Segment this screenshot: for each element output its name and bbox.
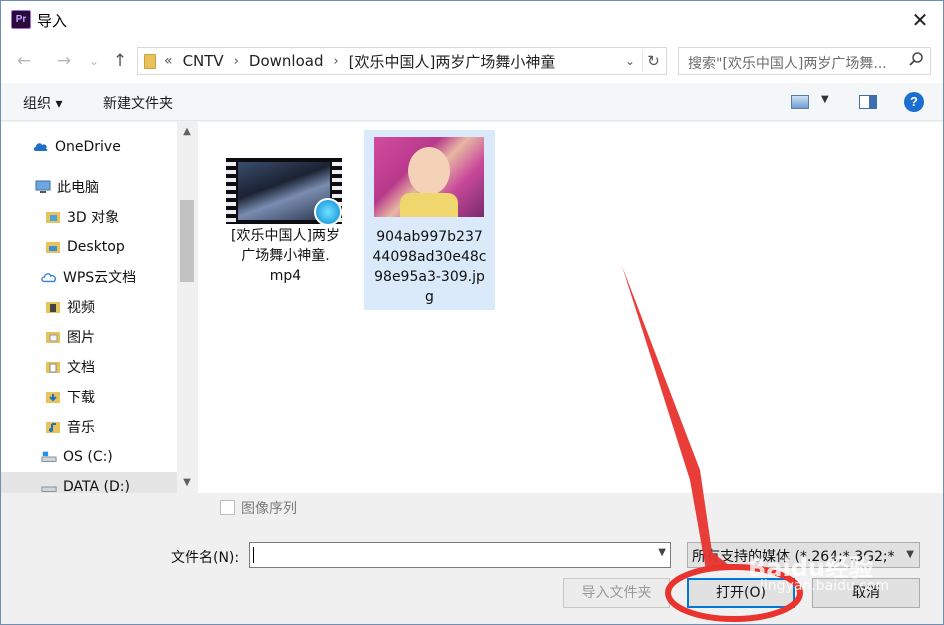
nav-scrollbar[interactable]: ▲ ▼ (177, 122, 197, 493)
breadcrumb-overflow-icon[interactable]: « (164, 53, 173, 69)
window-title: 导入 (37, 12, 68, 30)
nav-item-pictures[interactable]: 图片 (1, 322, 177, 352)
close-button[interactable]: ✕ (897, 1, 943, 39)
breadcrumb: « CNTV › Download › [欢乐中国人]两岁广场舞小神童 (164, 51, 555, 71)
nav-item-3d-objects[interactable]: 3D 对象 (1, 202, 177, 232)
filename-label: 文件名(N): (171, 550, 240, 566)
filename-input[interactable]: ▼ (249, 542, 671, 568)
premiere-app-icon: Pr (11, 10, 31, 29)
downloads-folder-icon (46, 392, 60, 403)
nav-label: Desktop (67, 239, 125, 255)
forward-button[interactable]: → (51, 49, 77, 73)
filmstrip-left (226, 158, 236, 224)
nav-label: OS (C:) (63, 449, 113, 465)
nav-item-os-c[interactable]: OS (C:) (1, 442, 177, 472)
chevron-right-icon[interactable]: › (333, 54, 338, 69)
address-dropdown-button[interactable]: ⌄ (620, 51, 640, 71)
nav-label: 3D 对象 (67, 210, 120, 226)
nav-label: OneDrive (55, 139, 121, 155)
nav-item-wps-cloud[interactable]: WPS云文档 (1, 262, 177, 292)
nav-label: 此电脑 (57, 180, 99, 196)
filename-dropdown-icon[interactable]: ▼ (658, 547, 666, 558)
scroll-up-arrow-icon[interactable]: ▲ (177, 122, 197, 142)
music-folder-icon (46, 422, 60, 433)
import-folder-button[interactable]: 导入文件夹 (563, 578, 670, 608)
help-icon[interactable]: ? (904, 92, 924, 112)
folder-icon (46, 212, 60, 223)
image-thumbnail (374, 137, 484, 217)
computer-icon (35, 180, 51, 193)
organize-button[interactable]: 组织 ▾ (23, 93, 62, 113)
breadcrumb-current-folder[interactable]: [欢乐中国人]两岁广场舞小神童 (349, 51, 556, 72)
image-sequence-label: 图像序列 (241, 501, 297, 517)
nav-item-desktop[interactable]: Desktop (1, 232, 177, 262)
file-name-line: mp4 (269, 268, 302, 284)
recent-locations-button[interactable]: ⌄ (81, 49, 107, 73)
navigation-pane: OneDrive 此电脑 3D 对象 Desktop WPS云文档 视频 图片 (1, 122, 197, 493)
scroll-thumb[interactable] (180, 200, 194, 282)
preview-pane-icon[interactable] (859, 95, 877, 109)
nav-label: DATA (D:) (63, 479, 130, 493)
file-name-line: 904ab997b237 (376, 229, 483, 245)
change-view-icon[interactable] (791, 95, 809, 109)
back-button[interactable]: ← (11, 49, 37, 73)
drive-icon (41, 451, 57, 462)
nav-label: WPS云文档 (63, 270, 137, 286)
file-name-line: 广场舞小神童. (241, 248, 330, 264)
nav-item-onedrive[interactable]: OneDrive (1, 132, 177, 162)
file-name-line: g (425, 289, 434, 305)
chevron-right-icon[interactable]: › (234, 54, 239, 69)
address-bar[interactable]: « CNTV › Download › [欢乐中国人]两岁广场舞小神童 ⌄ ↻ (137, 47, 667, 75)
view-dropdown-icon[interactable]: ▼ (821, 94, 829, 105)
nav-label: 文档 (67, 360, 95, 376)
nav-item-documents[interactable]: 文档 (1, 352, 177, 382)
nav-item-downloads[interactable]: 下载 (1, 382, 177, 412)
title-bar: Pr 导入 ✕ (1, 1, 943, 39)
refresh-button[interactable]: ↻ (642, 50, 664, 72)
text-caret (253, 547, 254, 563)
nav-label: 下载 (67, 390, 95, 406)
nav-item-music[interactable]: 音乐 (1, 412, 177, 442)
nav-label: 音乐 (67, 420, 95, 436)
image-sequence-checkbox[interactable] (220, 500, 235, 515)
file-list: [欢乐中国人]两岁 广场舞小神童. mp4 904ab997b237 44098… (198, 122, 943, 493)
folder-icon (46, 242, 60, 253)
command-bar: 组织 ▾ 新建文件夹 ▼ ? (1, 83, 943, 121)
import-dialog: Pr 导入 ✕ ← → ⌄ ↑ « CNTV › Download › [欢乐中… (0, 0, 944, 625)
nav-label: 视频 (67, 300, 95, 316)
file-name-line: 98e95a3-309.jp (374, 269, 485, 285)
breadcrumb-download[interactable]: Download (249, 52, 324, 70)
nav-item-this-pc[interactable]: 此电脑 (1, 172, 177, 202)
address-row: ← → ⌄ ↑ « CNTV › Download › [欢乐中国人]两岁广场舞… (1, 39, 943, 83)
breadcrumb-cntv[interactable]: CNTV (183, 52, 224, 70)
file-type-dropdown-icon[interactable]: ▼ (906, 549, 914, 560)
cloud-icon (41, 273, 56, 283)
nav-item-data-d[interactable]: DATA (D:) (1, 472, 177, 493)
pictures-folder-icon (46, 332, 60, 343)
video-folder-icon (46, 302, 60, 313)
nav-item-videos[interactable]: 视频 (1, 292, 177, 322)
thumbnail-face (408, 147, 450, 195)
search-input[interactable]: 搜索"[欢乐中国人]两岁广场舞... (678, 47, 931, 75)
file-name-line: 44098ad30e48c (372, 249, 487, 265)
search-icon[interactable] (908, 51, 924, 71)
watermark-url: jingyan.baidu.com (760, 578, 890, 594)
cloud-icon (33, 143, 48, 151)
documents-folder-icon (46, 362, 60, 373)
search-placeholder: 搜索"[欢乐中国人]两岁广场舞... (688, 56, 887, 72)
media-player-icon (314, 198, 342, 226)
up-button[interactable]: ↑ (107, 49, 133, 73)
folder-icon (144, 54, 156, 69)
thumbnail-shirt (400, 193, 458, 217)
drive-icon (41, 486, 57, 492)
file-item-video[interactable]: [欢乐中国人]两岁 广场舞小神童. mp4 (220, 146, 351, 314)
scroll-down-arrow-icon[interactable]: ▼ (177, 473, 197, 493)
file-item-image[interactable]: 904ab997b237 44098ad30e48c 98e95a3-309.j… (364, 130, 495, 310)
nav-label: 图片 (67, 330, 95, 346)
new-folder-button[interactable]: 新建文件夹 (103, 93, 173, 113)
file-name-line: [欢乐中国人]两岁 (231, 228, 340, 244)
